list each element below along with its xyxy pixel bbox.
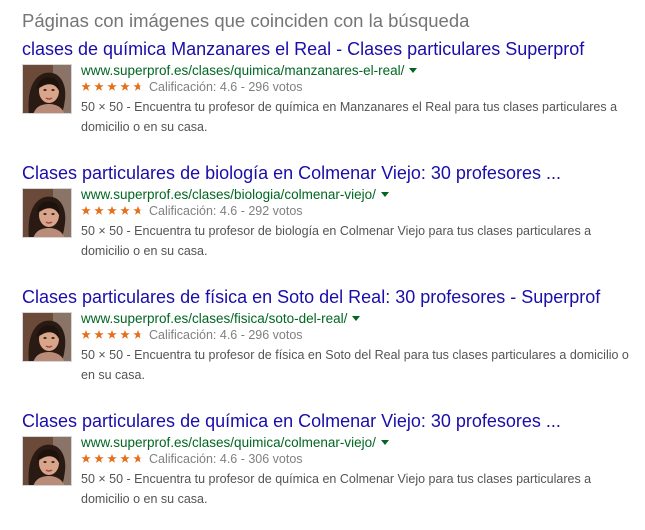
rating-line: Calificación: 4.6 - 306 votos xyxy=(81,451,641,467)
url-dropdown-arrow-icon[interactable] xyxy=(352,316,361,321)
result-url-line: www.superprof.es/clases/fisica/soto-del-… xyxy=(81,310,641,327)
result-title-link[interactable]: clases de química Manzanares el Real - C… xyxy=(22,38,642,60)
image-results-section: Páginas con imágenes que coinciden con l… xyxy=(22,0,642,530)
url-dropdown-arrow-icon[interactable] xyxy=(380,192,389,197)
url-dropdown-arrow-icon[interactable] xyxy=(409,68,418,73)
star-rating-icon xyxy=(81,453,145,464)
result-text: www.superprof.es/clases/fisica/soto-del-… xyxy=(81,310,641,385)
star-rating-icon xyxy=(81,329,145,340)
rating-line: Calificación: 4.6 - 296 votos xyxy=(81,327,641,343)
rating-text: Calificación: 4.6 - 296 votos xyxy=(149,328,303,342)
rating-text: Calificación: 4.6 - 306 votos xyxy=(149,452,303,466)
result-snippet: 50 × 50 - Encuentra tu profesor de físic… xyxy=(81,348,629,382)
profile-photo-icon[interactable] xyxy=(22,64,72,114)
search-result: clases de química Manzanares el Real - C… xyxy=(22,38,642,158)
result-url-line: www.superprof.es/clases/quimica/manzanar… xyxy=(81,62,641,79)
result-text: www.superprof.es/clases/quimica/manzanar… xyxy=(81,62,641,137)
star-rating-icon xyxy=(81,205,145,216)
rating-line: Calificación: 4.6 - 296 votos xyxy=(81,79,641,95)
url-dropdown-arrow-icon[interactable] xyxy=(380,440,389,445)
search-result: Clases particulares de biología en Colme… xyxy=(22,162,642,282)
section-heading: Páginas con imágenes que coinciden con l… xyxy=(22,10,470,31)
rating-text: Calificación: 4.6 - 292 votos xyxy=(149,204,303,218)
profile-photo-icon[interactable] xyxy=(22,436,72,486)
result-url-line: www.superprof.es/clases/quimica/colmenar… xyxy=(81,434,641,451)
result-url-line: www.superprof.es/clases/biologia/colmena… xyxy=(81,186,641,203)
result-title-link[interactable]: Clases particulares de biología en Colme… xyxy=(22,162,642,184)
result-snippet: 50 × 50 - Encuentra tu profesor de biolo… xyxy=(81,224,592,258)
result-snippet: 50 × 50 - Encuentra tu profesor de quími… xyxy=(81,472,592,506)
star-rating-icon xyxy=(81,81,145,92)
result-url[interactable]: www.superprof.es/clases/quimica/colmenar… xyxy=(81,435,376,450)
search-result: Clases particulares de química en Colmen… xyxy=(22,410,642,530)
rating-text: Calificación: 4.6 - 296 votos xyxy=(149,80,303,94)
profile-photo-icon[interactable] xyxy=(22,312,72,362)
result-text: www.superprof.es/clases/biologia/colmena… xyxy=(81,186,641,261)
profile-photo-icon[interactable] xyxy=(22,188,72,238)
result-snippet: 50 × 50 - Encuentra tu profesor de quími… xyxy=(81,100,618,134)
result-title-link[interactable]: Clases particulares de física en Soto de… xyxy=(22,286,642,308)
result-text: www.superprof.es/clases/quimica/colmenar… xyxy=(81,434,641,509)
result-url[interactable]: www.superprof.es/clases/fisica/soto-del-… xyxy=(81,311,347,326)
result-title-link[interactable]: Clases particulares de química en Colmen… xyxy=(22,410,642,432)
result-url[interactable]: www.superprof.es/clases/biologia/colmena… xyxy=(81,187,376,202)
result-url[interactable]: www.superprof.es/clases/quimica/manzanar… xyxy=(81,63,404,78)
search-result: Clases particulares de física en Soto de… xyxy=(22,286,642,406)
rating-line: Calificación: 4.6 - 292 votos xyxy=(81,203,641,219)
